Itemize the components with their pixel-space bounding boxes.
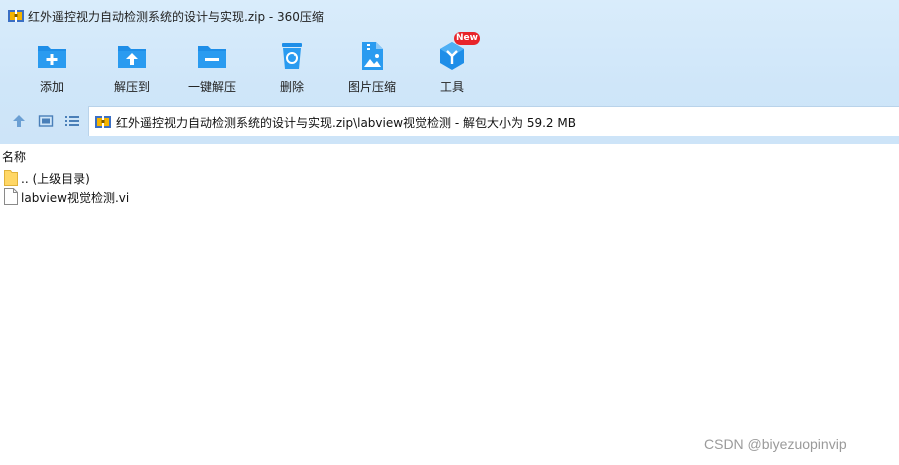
title-bar: 红外遥控视力自动检测系统的设计与实现.zip - 360压缩 bbox=[0, 0, 899, 32]
new-badge: New bbox=[454, 32, 480, 45]
address-bar[interactable]: 红外遥控视力自动检测系统的设计与实现.zip\labview视觉检测 - 解包大… bbox=[88, 106, 899, 136]
extract-to-button[interactable]: 解压到 bbox=[92, 34, 172, 98]
column-name-label: 名称 bbox=[2, 150, 27, 164]
recycle-bin-icon bbox=[282, 43, 302, 69]
image-compress-label: 图片压缩 bbox=[347, 80, 396, 94]
window-title: 红外遥控视力自动检测系统的设计与实现.zip - 360压缩 bbox=[28, 10, 324, 24]
archive-icon bbox=[95, 116, 111, 128]
folder-icon bbox=[4, 170, 18, 186]
top-chrome: 红外遥控视力自动检测系统的设计与实现.zip - 360压缩 添加 解压到 一键… bbox=[0, 0, 899, 144]
archive-app-icon bbox=[8, 10, 24, 22]
delete-label: 删除 bbox=[279, 80, 304, 94]
list-item-file[interactable]: labview视觉检测.vi bbox=[0, 187, 899, 206]
file-icon bbox=[4, 188, 18, 205]
list-item-name: labview视觉检测.vi bbox=[21, 191, 130, 205]
add-label: 添加 bbox=[39, 80, 64, 94]
one-click-extract-label: 一键解压 bbox=[187, 80, 236, 94]
column-header-name[interactable]: 名称 bbox=[0, 144, 899, 164]
address-path: 红外遥控视力自动检测系统的设计与实现.zip\labview视觉检测 - 解包大… bbox=[116, 116, 576, 130]
watermark-text: CSDN @biyezuopinvip bbox=[704, 436, 847, 452]
main-toolbar: 添加 解压到 一键解压 删除 图片压缩 工具 bbox=[0, 34, 899, 98]
add-folder-icon bbox=[38, 46, 66, 68]
tools-label: 工具 bbox=[439, 80, 464, 94]
add-button[interactable]: 添加 bbox=[12, 34, 92, 98]
extract-to-label: 解压到 bbox=[113, 80, 150, 94]
thumbnail-view-icon[interactable] bbox=[38, 113, 54, 129]
list-item-parent-folder[interactable]: .. (上级目录) bbox=[0, 168, 899, 187]
one-click-extract-icon bbox=[198, 46, 226, 68]
one-click-extract-button[interactable]: 一键解压 bbox=[172, 34, 252, 98]
image-compress-button[interactable]: 图片压缩 bbox=[332, 34, 412, 98]
delete-button[interactable]: 删除 bbox=[252, 34, 332, 98]
up-arrow-icon[interactable] bbox=[11, 113, 27, 129]
tools-button[interactable]: 工具 bbox=[412, 34, 492, 98]
extract-to-folder-icon bbox=[118, 46, 146, 68]
navigation-bar: 红外遥控视力自动检测系统的设计与实现.zip\labview视觉检测 - 解包大… bbox=[0, 106, 899, 136]
image-compress-icon bbox=[362, 42, 383, 70]
list-view-icon[interactable] bbox=[64, 113, 80, 129]
list-item-name: .. (上级目录) bbox=[21, 172, 90, 186]
